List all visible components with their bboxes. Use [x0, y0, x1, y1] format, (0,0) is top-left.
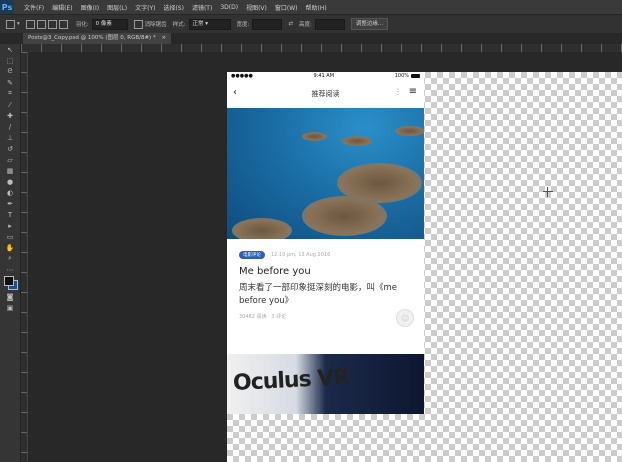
style-select[interactable]: 正常 ▾: [188, 18, 231, 30]
hero-image-islands: [227, 108, 424, 239]
clone-stamp-tool-icon[interactable]: ⊥: [0, 132, 20, 143]
island-shape: [342, 136, 372, 146]
back-icon[interactable]: ‹: [233, 87, 237, 98]
shape-tool-icon[interactable]: ▭: [0, 231, 20, 242]
island-shape: [395, 126, 424, 136]
width-input[interactable]: [252, 18, 283, 30]
document-title: Posts@3_Copy.psd @ 100% (图层 0, RGB/8#) *: [28, 35, 156, 41]
article-card[interactable]: 电影评论 12:10 pm, 13 Aug 2016 Me before you…: [227, 239, 424, 354]
more-tools-icon[interactable]: ⋯: [0, 264, 20, 275]
article-stats: 30482 阅读 · 3 评论: [239, 314, 287, 320]
island-shape: [302, 132, 327, 141]
antialias-checkbox[interactable]: [133, 19, 143, 29]
brush-tool-icon[interactable]: ∕: [0, 121, 20, 132]
battery-icon: [411, 73, 420, 78]
nav-title: 推荐阅读: [311, 90, 340, 98]
zoom-tool-icon[interactable]: ⌕: [0, 253, 20, 264]
lasso-tool-icon[interactable]: ᘓ: [0, 66, 20, 77]
quick-mask-icon[interactable]: ◙: [0, 291, 20, 302]
menu-edit[interactable]: 编辑(E): [52, 3, 72, 12]
gradient-tool-icon[interactable]: ▦: [0, 165, 20, 176]
style-value: 正常: [192, 20, 204, 27]
type-tool-icon[interactable]: T: [0, 209, 20, 220]
eyedropper-tool-icon[interactable]: ⁄: [0, 99, 20, 110]
vr-article-image: Oculus VR: [227, 354, 424, 414]
healing-brush-tool-icon[interactable]: ✚: [0, 110, 20, 121]
filter-icon[interactable]: ⫶: [397, 88, 399, 98]
selection-mode-icons[interactable]: [25, 19, 70, 29]
menu-view[interactable]: 视图(V): [246, 3, 267, 12]
feather-input[interactable]: 0 像素: [91, 18, 128, 30]
menu-layer[interactable]: 图层(L): [107, 3, 127, 12]
article-date: 12:10 pm, 13 Aug 2016: [271, 252, 331, 258]
refine-edge-button[interactable]: 调整边缘...: [350, 18, 389, 30]
battery-percent: 100%: [394, 73, 409, 79]
feather-label: 羽化:: [75, 22, 89, 28]
menu-help[interactable]: 帮助(H): [306, 3, 327, 12]
screen-mode-icon[interactable]: ▣: [0, 302, 20, 313]
menu-image[interactable]: 图像(I): [81, 3, 99, 12]
width-label: 宽度:: [236, 22, 250, 28]
crop-tool-icon[interactable]: ⌗: [0, 88, 20, 99]
move-tool-icon[interactable]: ↖: [0, 44, 20, 55]
menu-bar: Ps 文件(F) 编辑(E) 图像(I) 图层(L) 文字(Y) 选择(S) 滤…: [0, 0, 622, 14]
dodge-tool-icon[interactable]: ◐: [0, 187, 20, 198]
category-tag[interactable]: 电影评论: [239, 251, 265, 259]
height-label: 高度:: [298, 22, 312, 28]
document-tab[interactable]: Posts@3_Copy.psd @ 100% (图层 0, RGB/8#) *…: [23, 33, 172, 44]
style-label: 样式:: [172, 22, 186, 28]
foreground-color[interactable]: [4, 276, 14, 286]
menu-type[interactable]: 文字(Y): [135, 3, 155, 12]
menu-filter[interactable]: 滤镜(T): [192, 3, 212, 12]
article-excerpt: 周末看了一部印象挺深刻的电影，叫《me before you》: [239, 283, 398, 306]
marquee-tool-icon[interactable]: ⬚: [0, 55, 20, 66]
photoshop-logo: Ps: [0, 0, 14, 14]
phone-mockup: ●●●●● 9:41 AM 100% ‹ 推荐阅读 ⫶ ≡ 电影评论 12:10…: [227, 72, 424, 414]
path-select-tool-icon[interactable]: ▸: [0, 220, 20, 231]
height-input[interactable]: [314, 18, 345, 30]
quick-select-tool-icon[interactable]: ✎: [0, 77, 20, 88]
close-icon[interactable]: ×: [161, 35, 166, 41]
article-title[interactable]: Me before you: [239, 266, 412, 277]
menu-icon[interactable]: ≡: [409, 86, 417, 97]
menu-select[interactable]: 选择(S): [163, 3, 184, 12]
status-time: 9:41 AM: [313, 73, 335, 79]
options-bar: ▾ 羽化: 0 像素 消除锯齿 样式: 正常 ▾ 宽度: ⇄ 高度: 调整边缘.…: [0, 14, 622, 34]
signal-indicator: ●●●●●: [231, 73, 253, 79]
menu-file[interactable]: 文件(F): [24, 3, 44, 12]
status-bar: ●●●●● 9:41 AM 100%: [227, 72, 424, 80]
menu-3d[interactable]: 3D(D): [220, 4, 238, 11]
island-shape: [232, 218, 292, 239]
crosshair-cursor-icon: [543, 187, 553, 197]
marquee-tool-icon[interactable]: ▾: [6, 19, 20, 29]
toolbox: ↖ ⬚ ᘓ ✎ ⌗ ⁄ ✚ ∕ ⊥ ↺ ▱ ▦ ● ◐ ✒ T ▸ ▭ ✋ ⌕ …: [0, 44, 21, 462]
blur-tool-icon[interactable]: ●: [0, 176, 20, 187]
nav-bar: ‹ 推荐阅读 ⫶ ≡: [227, 80, 424, 108]
document-tab-bar: Posts@3_Copy.psd @ 100% (图层 0, RGB/8#) *…: [21, 33, 622, 44]
history-brush-tool-icon[interactable]: ↺: [0, 143, 20, 154]
pen-tool-icon[interactable]: ✒: [0, 198, 20, 209]
hand-tool-icon[interactable]: ✋: [0, 242, 20, 253]
menu-window[interactable]: 窗口(W): [275, 3, 298, 12]
island-shape: [337, 163, 422, 203]
vr-image-text: Oculus VR: [232, 364, 350, 397]
color-swatches[interactable]: [0, 275, 20, 291]
swap-icon[interactable]: ⇄: [288, 21, 293, 27]
eraser-tool-icon[interactable]: ▱: [0, 154, 20, 165]
vertical-ruler: [21, 52, 28, 462]
avatar[interactable]: ☺: [396, 309, 414, 327]
antialias-label: 消除锯齿: [144, 22, 167, 28]
